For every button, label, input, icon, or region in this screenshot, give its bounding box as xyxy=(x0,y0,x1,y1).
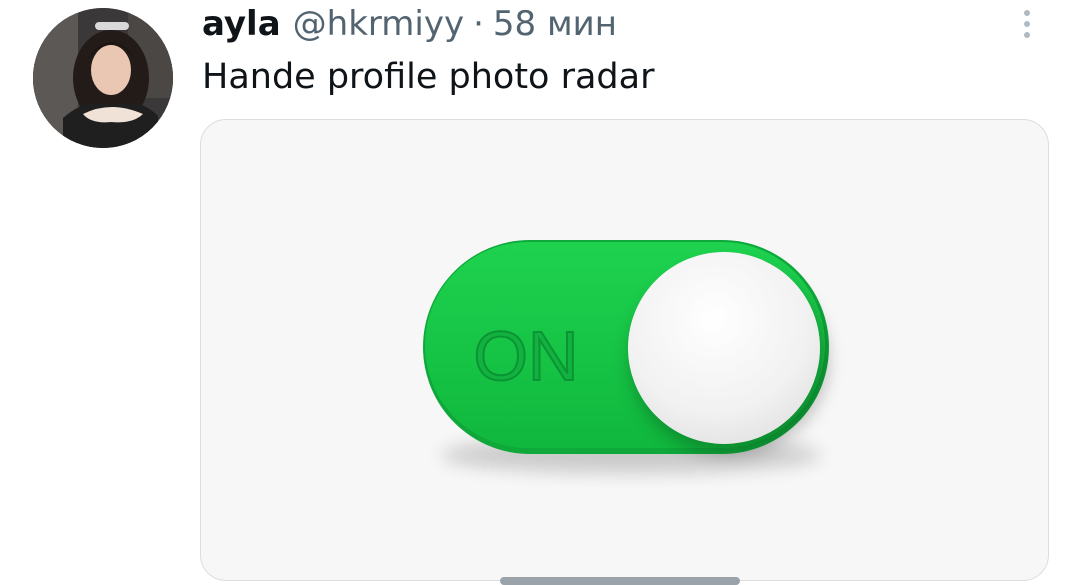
more-options-button[interactable] xyxy=(1016,4,1038,44)
header-separator: · xyxy=(473,4,484,44)
toggle-knob xyxy=(628,252,820,444)
tweet-media-image[interactable]: ON xyxy=(200,119,1049,581)
more-dot xyxy=(1024,21,1030,27)
tweet-text: Hande profile photo radar xyxy=(202,57,655,97)
toggle-switch-illustration: ON xyxy=(423,240,829,473)
tweet-timestamp[interactable]: 58 мин xyxy=(493,4,617,44)
avatar-photo xyxy=(33,8,173,148)
author-avatar[interactable] xyxy=(33,8,173,148)
tweet-header: ayla @hkrmiyy · 58 мин xyxy=(202,2,617,46)
author-handle[interactable]: @hkrmiyy xyxy=(293,4,464,44)
more-vertical-icon xyxy=(1024,10,1030,16)
more-dot xyxy=(1024,32,1030,38)
toggle-on-label: ON xyxy=(474,317,579,395)
next-item-peek xyxy=(500,577,740,585)
author-name[interactable]: ayla xyxy=(202,4,281,44)
